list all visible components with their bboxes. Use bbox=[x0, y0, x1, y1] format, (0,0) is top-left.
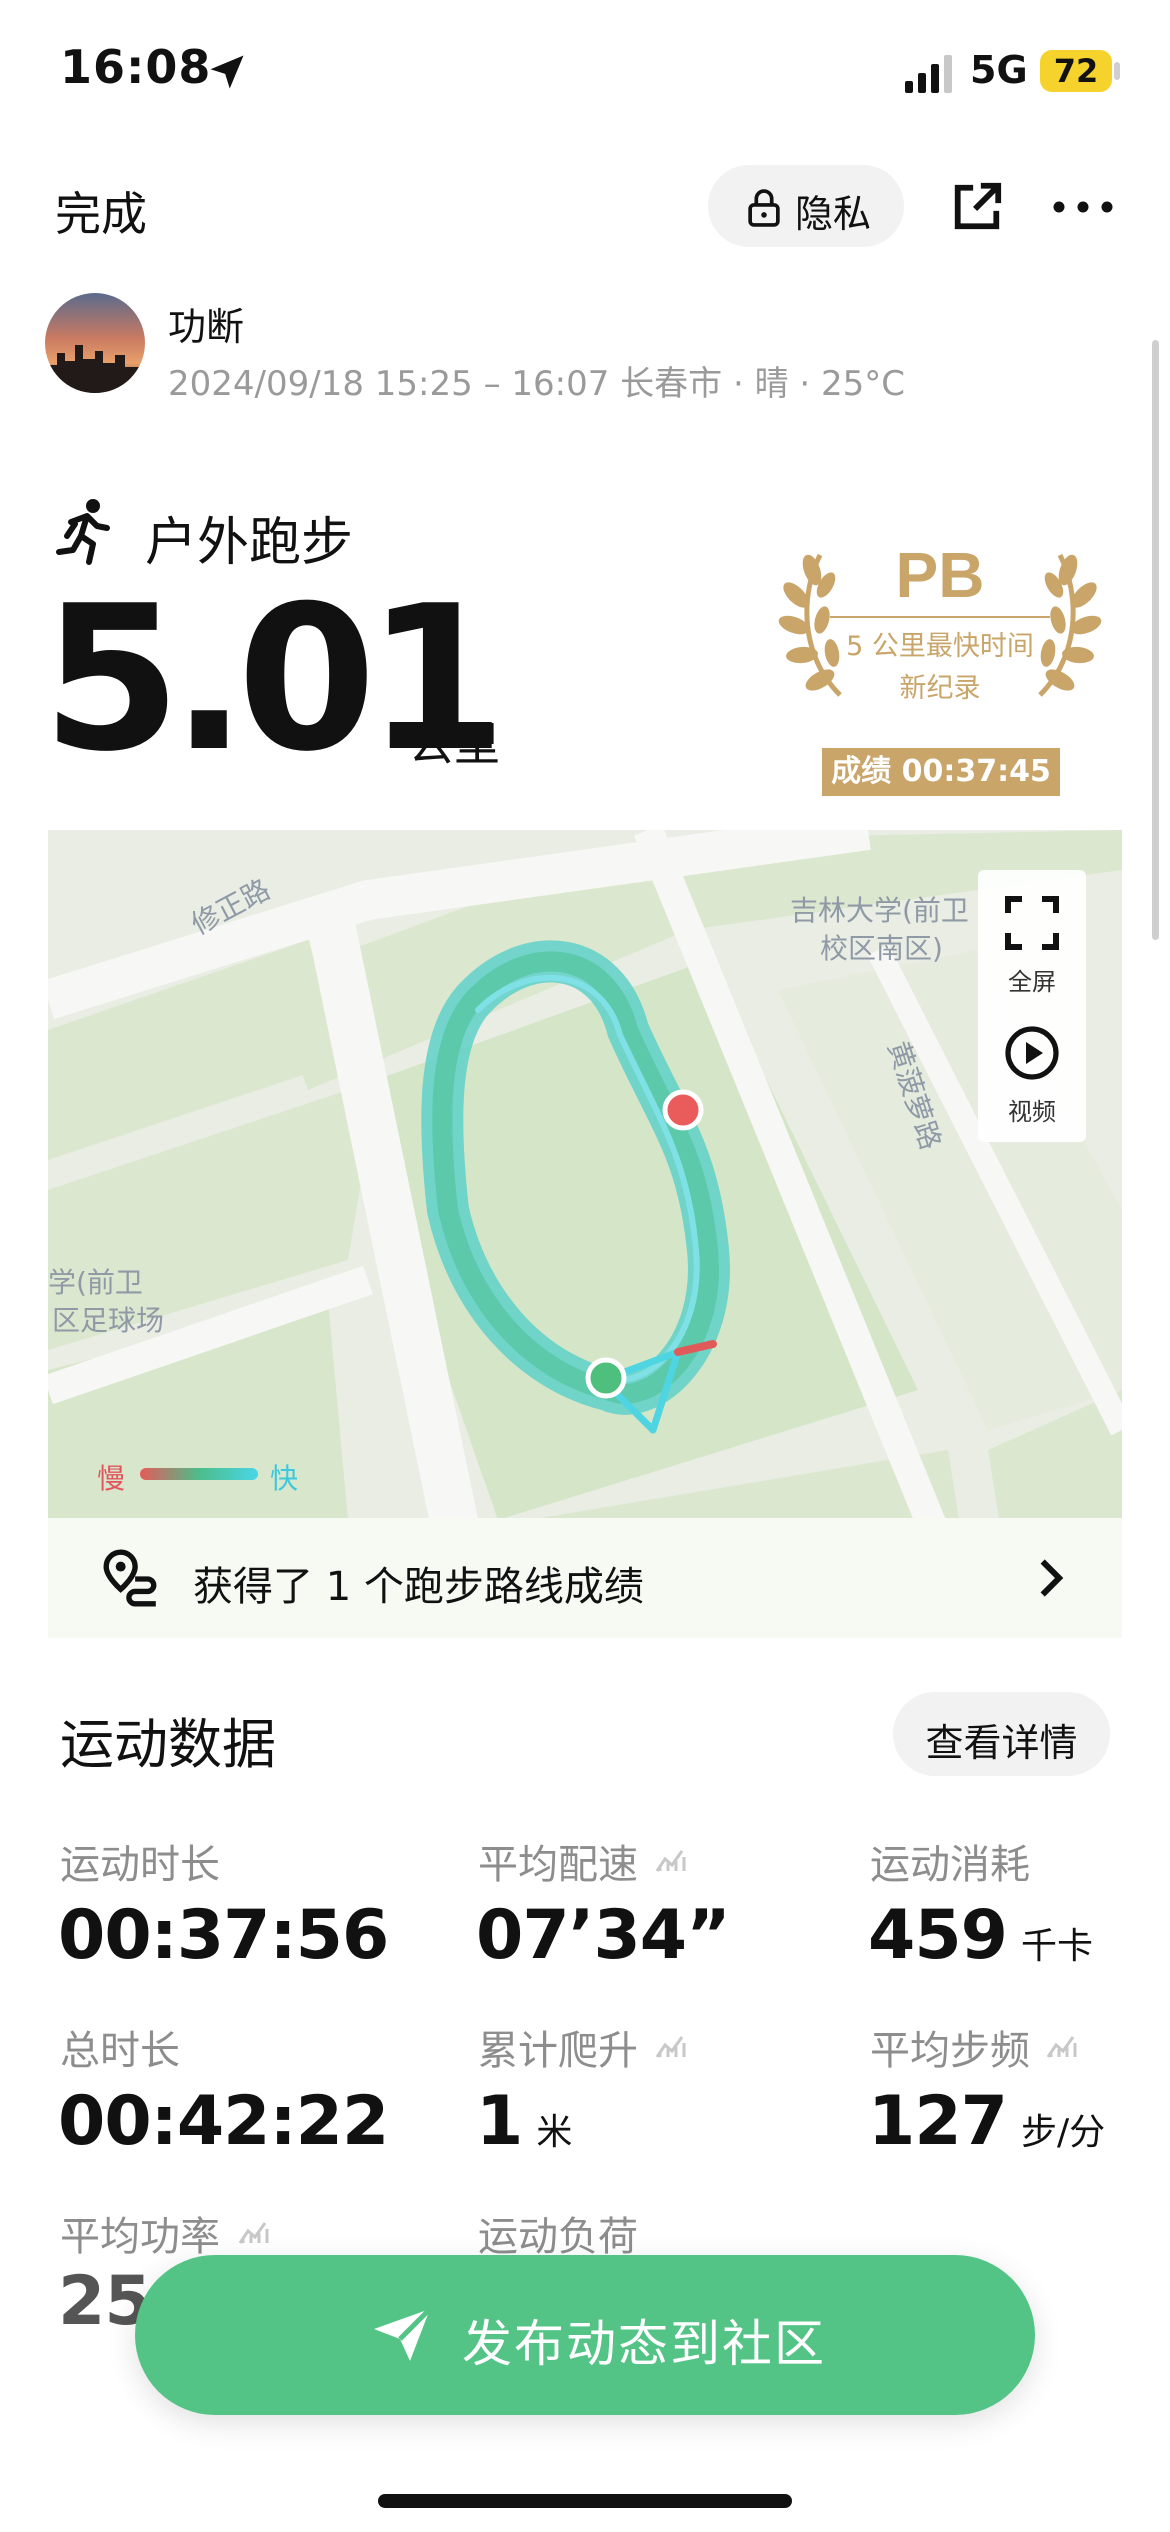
pb-line2: 新纪录 bbox=[900, 673, 981, 704]
fullscreen-icon[interactable] bbox=[1004, 895, 1060, 951]
pb-title: PB bbox=[896, 539, 985, 611]
map-canvas: 修正路 吉林大学(前卫 校区南区) 黄菠萝路 学(前卫 区足球场 bbox=[48, 830, 1122, 1638]
location-arrow-icon bbox=[210, 55, 244, 89]
avatar[interactable] bbox=[45, 293, 145, 393]
route-pin-icon bbox=[103, 1549, 157, 1607]
battery-tip bbox=[1114, 62, 1120, 80]
chart-icon[interactable] bbox=[238, 2215, 274, 2245]
metric-unit-cadence: 步/分 bbox=[1020, 2112, 1106, 2153]
battery-indicator: 72 bbox=[1040, 50, 1112, 92]
map-label-field-1: 学(前卫 bbox=[48, 1266, 143, 1299]
lock-icon bbox=[748, 189, 780, 227]
app-screen: { "status_bar": { "time": "16:08", "netw… bbox=[0, 0, 1170, 2532]
metric-unit-climb: 米 bbox=[536, 2112, 573, 2153]
share-icon[interactable] bbox=[950, 180, 1004, 234]
fullscreen-label: 全屏 bbox=[1008, 968, 1056, 996]
running-icon bbox=[56, 499, 110, 565]
chart-icon[interactable] bbox=[1046, 2029, 1082, 2059]
more-icon[interactable] bbox=[1052, 200, 1114, 214]
metric-label-cadence: 平均步频 bbox=[870, 2028, 1030, 2074]
signal-icon bbox=[905, 55, 952, 93]
legend-slow: 慢 bbox=[97, 1462, 126, 1495]
metric-label-climb: 累计爬升 bbox=[478, 2028, 638, 2074]
send-icon bbox=[374, 2307, 432, 2361]
route-map[interactable]: 修正路 吉林大学(前卫 校区南区) 黄菠萝路 学(前卫 区足球场 bbox=[48, 830, 1122, 1638]
scrollbar[interactable] bbox=[1152, 340, 1159, 940]
map-label-field-2: 区足球场 bbox=[52, 1304, 164, 1337]
home-indicator[interactable] bbox=[378, 2494, 792, 2508]
status-time: 16:08 bbox=[60, 40, 212, 94]
metric-label-power: 平均功率 bbox=[60, 2214, 220, 2260]
post-button-label: 发布动态到社区 bbox=[462, 2315, 826, 2373]
metric-value-cadence: 127 步/分 bbox=[868, 2082, 1106, 2161]
map-label-campus-1: 吉林大学(前卫 bbox=[790, 894, 969, 927]
pb-score: 成绩 00:37:45 bbox=[822, 748, 1060, 796]
done-button[interactable]: 完成 bbox=[55, 178, 147, 244]
metric-unit-calories: 千卡 bbox=[1020, 1926, 1093, 1967]
metric-label-total-time: 总时长 bbox=[60, 2028, 180, 2074]
metric-label-calories: 运动消耗 bbox=[870, 1842, 1030, 1888]
metric-value-calories: 459 千卡 bbox=[868, 1896, 1093, 1975]
play-icon[interactable] bbox=[1004, 1025, 1060, 1081]
metric-value-climb: 1米 bbox=[476, 2082, 573, 2161]
metric-label-duration: 运动时长 bbox=[60, 1842, 220, 1888]
section-title: 运动数据 bbox=[60, 1713, 276, 1776]
activity-meta: 2024/09/18 15:25 – 16:07 长春市 · 晴 · 25°C bbox=[168, 364, 906, 404]
pb-line1: 5 公里最快时间 bbox=[846, 631, 1034, 662]
network-type: 5G bbox=[970, 48, 1028, 92]
route-achievement-text: 获得了 1 个跑步路线成绩 bbox=[193, 1564, 644, 1610]
chevron-right-icon bbox=[1040, 1559, 1064, 1597]
chart-icon[interactable] bbox=[655, 2029, 691, 2059]
metric-value-pace: 07’34” bbox=[476, 1896, 731, 1975]
view-details-label: 查看详情 bbox=[925, 1721, 1078, 1765]
pace-legend-bar bbox=[140, 1468, 258, 1480]
video-label: 视频 bbox=[1008, 1098, 1056, 1126]
metric-label-load: 运动负荷 bbox=[478, 2214, 638, 2260]
metric-value-total-time: 00:42:22 bbox=[58, 2082, 389, 2161]
username: 功断 bbox=[168, 305, 245, 349]
legend-fast: 快 bbox=[270, 1462, 299, 1495]
chart-icon[interactable] bbox=[655, 1843, 691, 1873]
privacy-label: 隐私 bbox=[795, 192, 872, 236]
metric-value-duration: 00:37:56 bbox=[58, 1896, 389, 1975]
pb-badge[interactable]: PB 5 公里最快时间 新纪录 bbox=[760, 525, 1120, 725]
map-label-campus-2: 校区南区) bbox=[820, 932, 943, 965]
distance-unit: 公里 bbox=[408, 717, 500, 771]
metric-label-pace: 平均配速 bbox=[478, 1842, 638, 1888]
